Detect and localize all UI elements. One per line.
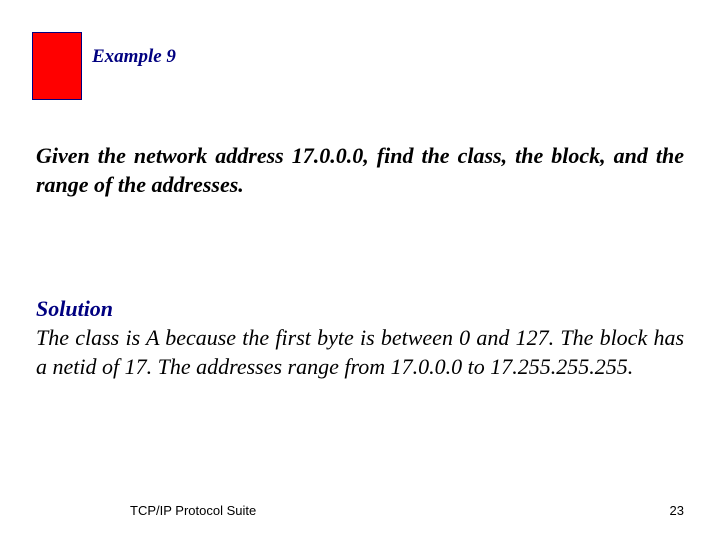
accent-box: [32, 32, 82, 100]
example-title: Example 9: [92, 46, 176, 68]
page-number: 23: [670, 503, 684, 518]
solution-body: The class is A because the first byte is…: [36, 324, 684, 381]
footer-source: TCP/IP Protocol Suite: [130, 503, 256, 518]
problem-statement: Given the network address 17.0.0.0, find…: [36, 142, 684, 199]
solution-heading: Solution: [36, 296, 113, 322]
